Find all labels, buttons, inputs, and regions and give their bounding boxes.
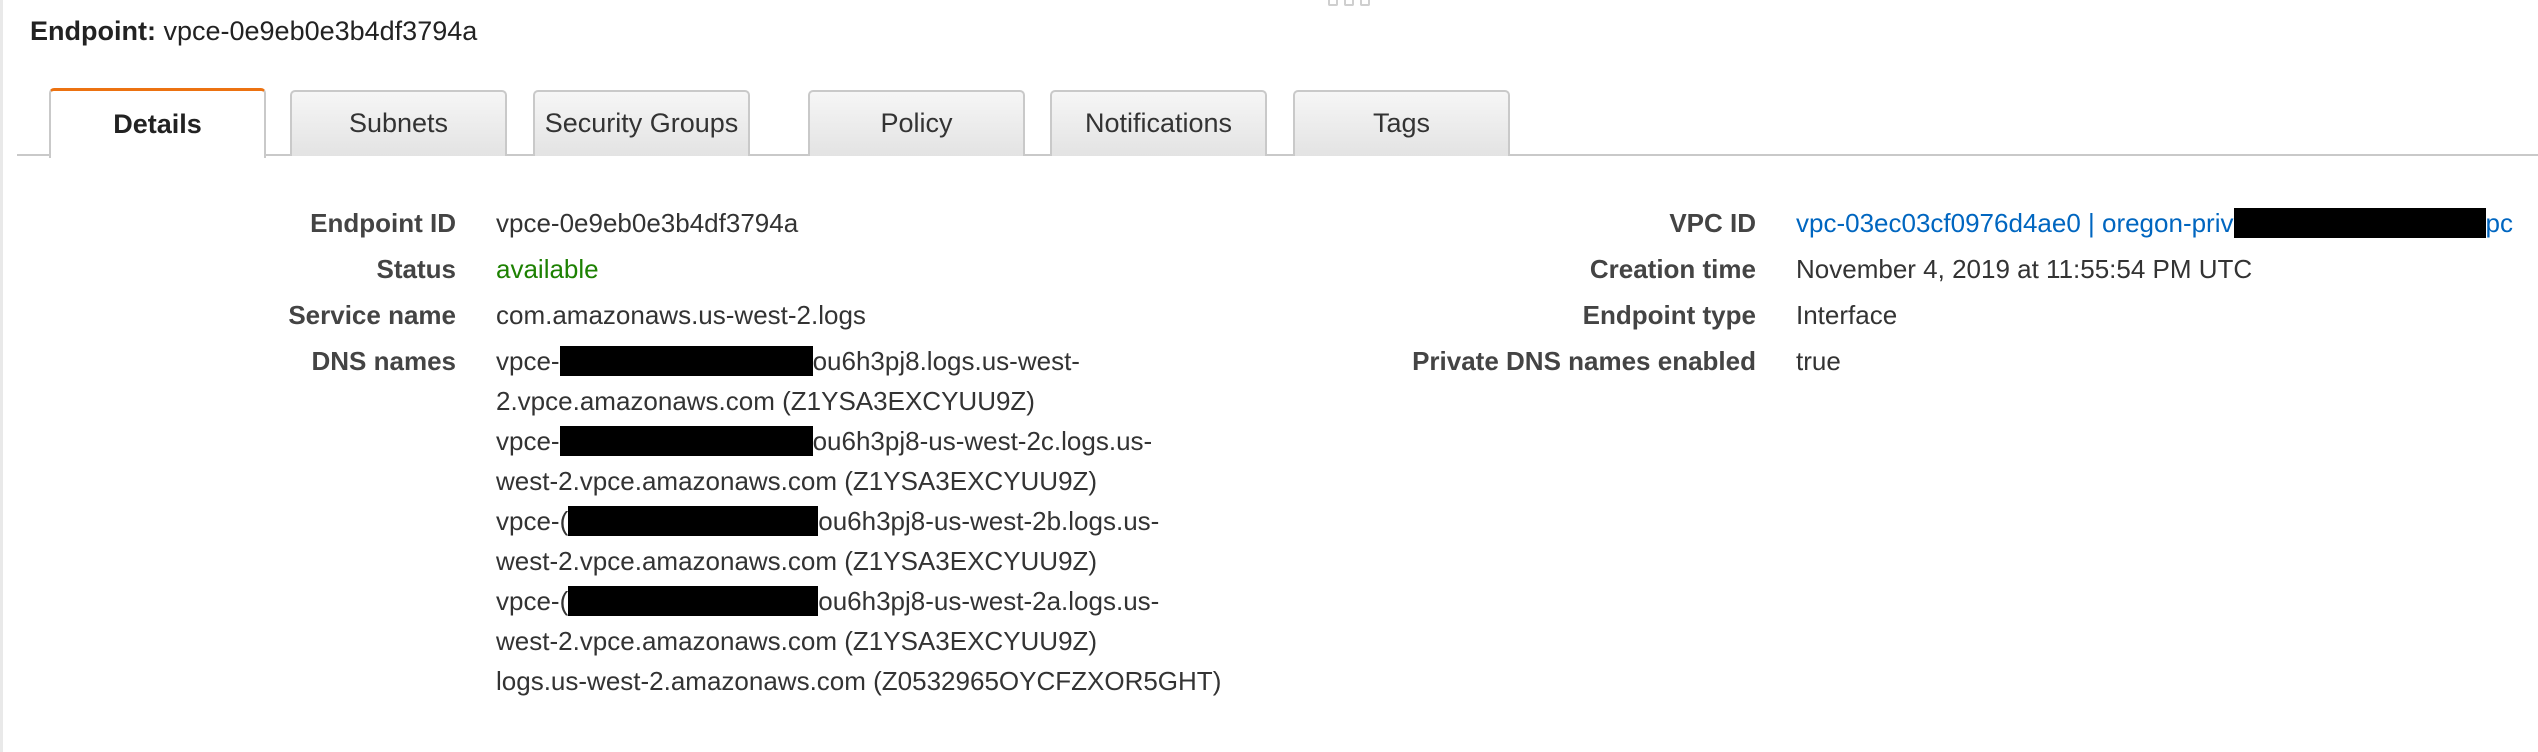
dns-name-line: logs.us-west-2.amazonaws.com (Z0532965OY… xyxy=(496,666,1222,696)
grip-icon xyxy=(1328,0,1338,6)
service-name-label: Service name xyxy=(288,300,456,330)
tab-notifications[interactable]: Notifications xyxy=(1050,90,1267,156)
private-dns-label: Private DNS names enabled xyxy=(1412,346,1756,376)
grip-icon xyxy=(1344,0,1354,6)
dns-name-suffix: ou6h3pj8.logs.us-west- xyxy=(812,346,1080,376)
dns-name-suffix: ou6h3pj8-us-west-2b.logs.us- xyxy=(818,506,1160,536)
tab-details[interactable]: Details xyxy=(49,88,266,158)
dns-name-line: west-2.vpce.amazonaws.com (Z1YSA3EXCYUU9… xyxy=(496,546,1098,576)
redaction-box xyxy=(2233,208,2486,238)
vpc-id-label: VPC ID xyxy=(1669,208,1756,238)
creation-time-value: November 4, 2019 at 11:55:54 PM UTC xyxy=(1796,254,2253,284)
tab-security-groups[interactable]: Security Groups xyxy=(533,90,750,156)
redaction-box xyxy=(559,346,813,376)
vpc-id-text[interactable]: vpc-03ec03cf0976d4ae0 | oregon-priv xyxy=(1796,208,2234,238)
dns-name-line: vpce-( ou6h3pj8-us-west-2a.logs.us- xyxy=(496,581,1221,621)
endpoint-id-label: Endpoint ID xyxy=(310,208,456,238)
dns-names-list: vpce-ou6h3pj8.logs.us-west- 2.vpce.amazo… xyxy=(496,341,1221,701)
dns-name-line: vpce-( ou6h3pj8-us-west-2b.logs.us- xyxy=(496,501,1221,541)
grip-icon xyxy=(1360,0,1370,6)
dns-name-prefix: vpce-( xyxy=(496,586,569,616)
dns-name-prefix: vpce- xyxy=(496,426,560,456)
service-name-value: com.amazonaws.us-west-2.logs xyxy=(496,300,866,330)
endpoint-details-page: Endpoint: vpce-0e9eb0e3b4df3794a Details… xyxy=(0,0,2538,752)
creation-time-label: Creation time xyxy=(1589,254,1756,284)
dns-name-prefix: vpce-( xyxy=(496,506,569,536)
status-row: Status available xyxy=(0,246,1221,292)
tab-bar: Details Subnets Security Groups Policy N… xyxy=(17,86,2538,158)
endpoint-type-label: Endpoint type xyxy=(1582,300,1756,330)
vpc-id-link[interactable]: vpc-03ec03cf0976d4ae0 | oregon-priv pc xyxy=(1796,200,2513,246)
page-title-label: Endpoint: xyxy=(30,16,156,46)
endpoint-type-value: Interface xyxy=(1796,300,1898,330)
endpoint-id-value: vpce-0e9eb0e3b4df3794a xyxy=(496,208,799,238)
service-name-row: Service name com.amazonaws.us-west-2.log… xyxy=(0,292,1221,338)
status-value: available xyxy=(496,254,599,284)
dns-names-row: DNS names vpce-ou6h3pj8.logs.us-west- 2.… xyxy=(0,338,1221,701)
details-right-column: VPC ID vpc-03ec03cf0976d4ae0 | oregon-pr… xyxy=(1200,200,2513,384)
page-title-value: vpce-0e9eb0e3b4df3794a xyxy=(163,16,478,46)
private-dns-row: Private DNS names enabled true xyxy=(1200,338,2513,384)
endpoint-type-row: Endpoint type Interface xyxy=(1200,292,2513,338)
vpc-id-suffix[interactable]: pc xyxy=(2486,208,2513,238)
page-title: Endpoint: vpce-0e9eb0e3b4df3794a xyxy=(30,16,477,47)
tab-policy[interactable]: Policy xyxy=(808,90,1025,156)
dns-name-line: vpce-ou6h3pj8-us-west-2c.logs.us- xyxy=(496,421,1221,461)
creation-time-row: Creation time November 4, 2019 at 11:55:… xyxy=(1200,246,2513,292)
vpc-id-row: VPC ID vpc-03ec03cf0976d4ae0 | oregon-pr… xyxy=(1200,200,2513,246)
dns-name-line: 2.vpce.amazonaws.com (Z1YSA3EXCYUU9Z) xyxy=(496,386,1035,416)
dns-name-line: vpce-ou6h3pj8.logs.us-west- xyxy=(496,341,1221,381)
private-dns-value: true xyxy=(1796,346,1841,376)
redaction-box xyxy=(559,426,813,456)
status-label: Status xyxy=(376,254,456,284)
dns-name-line: west-2.vpce.amazonaws.com (Z1YSA3EXCYUU9… xyxy=(496,466,1098,496)
endpoint-id-row: Endpoint ID vpce-0e9eb0e3b4df3794a xyxy=(0,200,1221,246)
tab-subnets[interactable]: Subnets xyxy=(290,90,507,156)
tab-tags[interactable]: Tags xyxy=(1293,90,1510,156)
resize-handle[interactable] xyxy=(1328,0,1370,6)
details-left-column: Endpoint ID vpce-0e9eb0e3b4df3794a Statu… xyxy=(0,200,1221,701)
redaction-box xyxy=(568,586,819,616)
dns-names-label: DNS names xyxy=(311,346,457,376)
dns-name-suffix: ou6h3pj8-us-west-2c.logs.us- xyxy=(812,426,1153,456)
dns-name-line: west-2.vpce.amazonaws.com (Z1YSA3EXCYUU9… xyxy=(496,626,1098,656)
dns-name-prefix: vpce- xyxy=(496,346,560,376)
redaction-box xyxy=(568,506,819,536)
dns-name-suffix: ou6h3pj8-us-west-2a.logs.us- xyxy=(818,586,1160,616)
